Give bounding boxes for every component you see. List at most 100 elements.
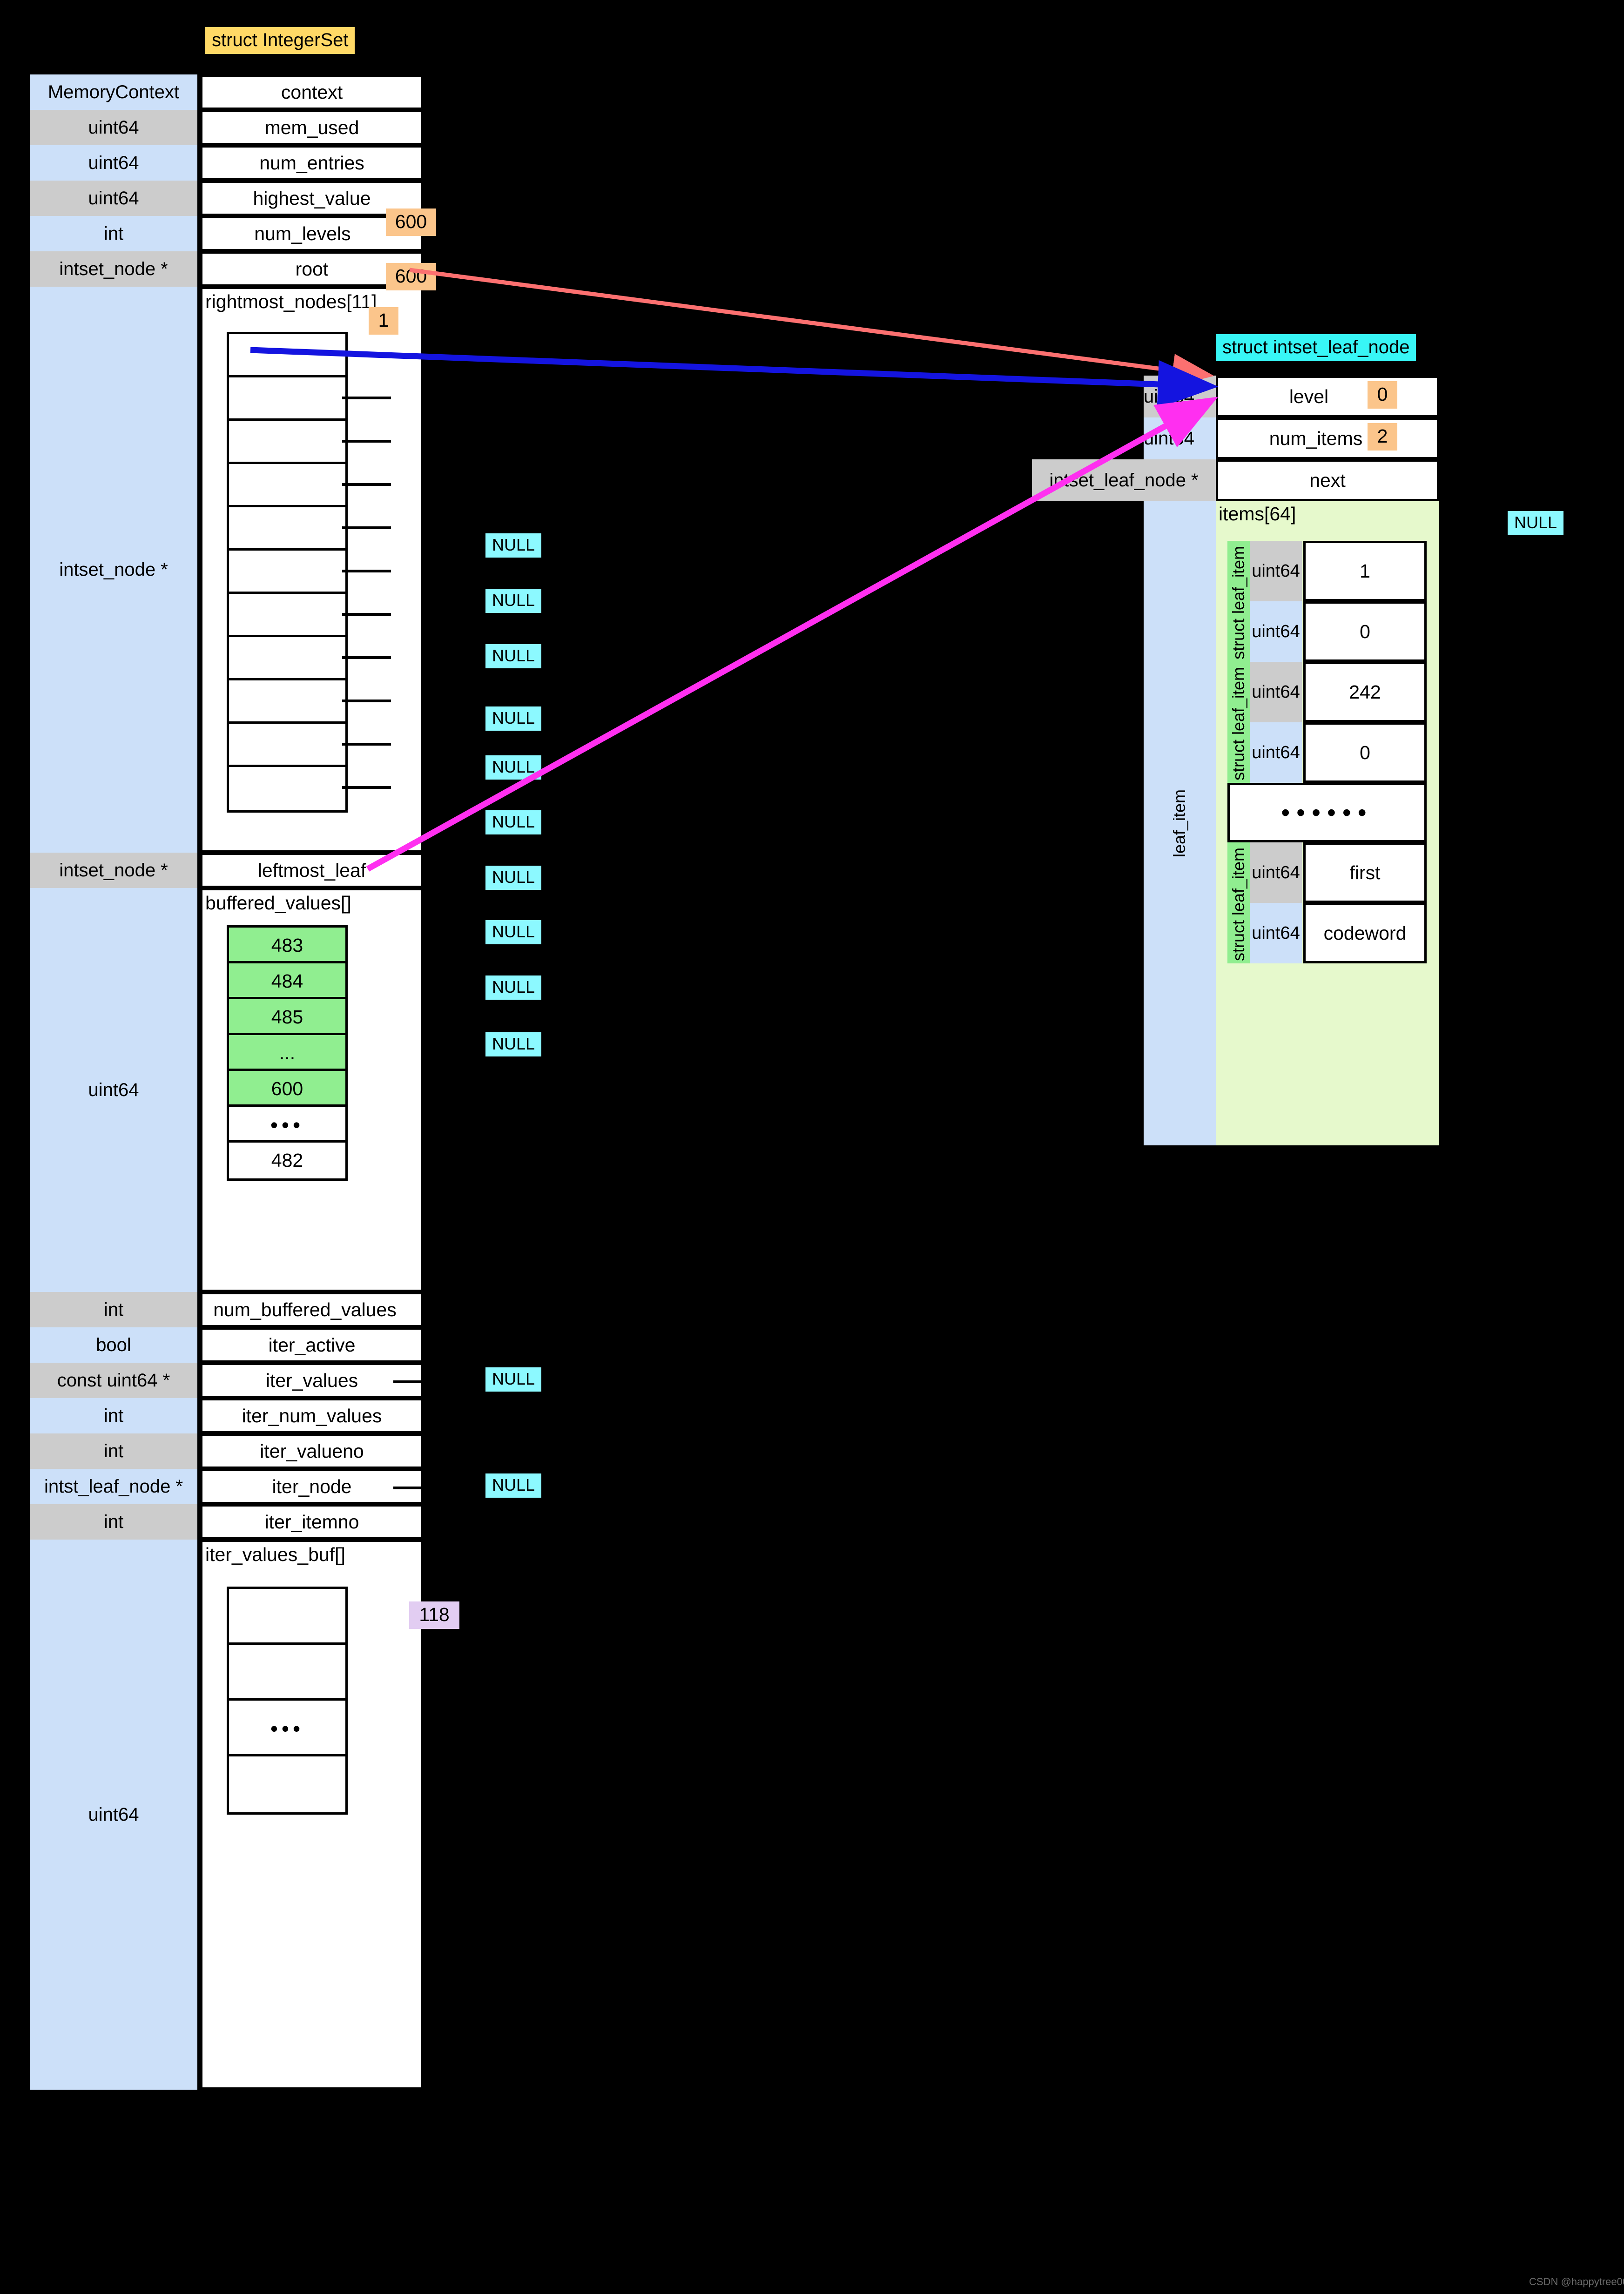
type-rightmost-nodes: intset_node * xyxy=(30,287,197,853)
leaf-item-group: struct leaf_item xyxy=(1227,842,1250,963)
type-iter-values: const uint64 * xyxy=(30,1363,197,1398)
field-iter-num-values: iter_num_values xyxy=(200,1398,424,1433)
leaf-field-next: next xyxy=(1216,459,1439,501)
rightmost-nodes-cell[interactable] xyxy=(227,462,348,510)
iter-values-buf-cell[interactable] xyxy=(227,1642,348,1703)
items-ellipsis: •••••• xyxy=(1227,783,1427,842)
integerset-title: struct IntegerSet xyxy=(205,27,355,54)
null-badge: NULL xyxy=(485,644,542,668)
type-leftmost-leaf: intset_node * xyxy=(30,853,197,888)
leaf-type-num-items: uint64 xyxy=(1144,417,1216,459)
leaf-type-next: intset_leaf_node * xyxy=(1032,459,1216,501)
null-badge: NULL xyxy=(485,706,542,731)
type-context: MemoryContext xyxy=(30,74,197,110)
type-root: intset_node * xyxy=(30,251,197,287)
leaf-item-value: 0 xyxy=(1303,601,1427,662)
badge-num-levels: 1 xyxy=(369,307,398,335)
type-iter-itemno: int xyxy=(30,1504,197,1540)
leafnode-title: struct intset_leaf_node xyxy=(1216,334,1416,361)
leaf-item-type: uint64 xyxy=(1250,842,1302,903)
field-leftmost-leaf: leftmost_leaf xyxy=(200,853,424,888)
badge-num-entries: 600 xyxy=(386,209,436,236)
rightmost-nodes-cell[interactable] xyxy=(227,721,348,769)
leaf-item-group: struct leaf_item xyxy=(1227,662,1250,783)
buffered-values-label: buffered_values[] xyxy=(205,892,351,914)
buffered-values-cell[interactable]: 485 xyxy=(227,997,348,1037)
leaf-item-value: 0 xyxy=(1303,722,1427,783)
leaf-item-value: 1 xyxy=(1303,541,1427,601)
type-num-entries: uint64 xyxy=(30,145,197,181)
rightmost-nodes-cell[interactable] xyxy=(227,678,348,726)
type-iter-active: bool xyxy=(30,1327,197,1363)
leaf-field-num-items: num_items xyxy=(1216,417,1439,459)
null-badge-iter-node: NULL xyxy=(485,1473,542,1498)
leaf-item-side-label: leaf_item xyxy=(1170,789,1189,858)
diagram-canvas: struct IntegerSet MemoryContext uint64 u… xyxy=(0,0,1624,2294)
leaf-badge-level: 0 xyxy=(1368,381,1397,409)
field-iter-active: iter_active xyxy=(200,1327,424,1363)
rightmost-nodes-cell[interactable] xyxy=(227,375,348,423)
rightmost-nodes-cell[interactable] xyxy=(227,765,348,813)
field-iter-valueno: iter_valueno xyxy=(200,1433,424,1469)
type-num-levels: int xyxy=(30,216,197,251)
field-iter-node: iter_node xyxy=(200,1469,424,1504)
rightmost-nodes-cell[interactable] xyxy=(227,592,348,639)
leaf-item-struct-label: struct leaf_item xyxy=(1229,847,1248,962)
leaf-item-value: first xyxy=(1303,842,1427,903)
type-iter-num-values: int xyxy=(30,1398,197,1433)
type-iter-node: intst_leaf_node * xyxy=(30,1469,197,1504)
leaf-badge-num-items: 2 xyxy=(1368,423,1397,451)
leaf-field-level: level xyxy=(1216,376,1439,417)
buffered-values-cell[interactable]: ... xyxy=(227,1033,348,1073)
badge-highest-value: 600 xyxy=(386,263,436,290)
field-iter-itemno: iter_itemno xyxy=(200,1504,424,1540)
type-iter-valueno: int xyxy=(30,1433,197,1469)
type-mem-used: uint64 xyxy=(30,110,197,145)
field-num-buffered-values: num_buffered_values xyxy=(200,1292,424,1327)
leaf-item-struct-label: struct leaf_item xyxy=(1229,666,1248,781)
leaf-item-value: codeword xyxy=(1303,903,1427,963)
leaf-item-type: uint64 xyxy=(1250,541,1302,601)
rightmost-nodes-cell[interactable] xyxy=(227,418,348,466)
buffered-values-cell[interactable]: 484 xyxy=(227,961,348,1002)
rightmost-nodes-cell[interactable] xyxy=(227,635,348,683)
null-badge-next: NULL xyxy=(1508,511,1564,535)
type-num-buffered-values: int xyxy=(30,1292,197,1327)
leaf-item-type: uint64 xyxy=(1250,903,1302,963)
buffered-values-cell[interactable]: ••• xyxy=(227,1104,348,1145)
null-badge: NULL xyxy=(485,866,542,890)
iter-values-buf-label: iter_values_buf[] xyxy=(205,1544,345,1565)
iter-values-buf-cell[interactable] xyxy=(227,1587,348,1647)
field-num-entries: num_entries xyxy=(200,145,424,181)
iter-values-buf-cell[interactable]: ••• xyxy=(227,1698,348,1759)
null-badge: NULL xyxy=(485,920,542,944)
field-context: context xyxy=(200,74,424,110)
rightmost-nodes-cell[interactable] xyxy=(227,505,348,553)
leaf-item-group: struct leaf_item xyxy=(1227,541,1250,662)
buffered-values-cell[interactable]: 483 xyxy=(227,925,348,966)
leaf-item-type: uint64 xyxy=(1250,722,1302,783)
items-array-label: items[64] xyxy=(1219,503,1296,525)
null-badge: NULL xyxy=(485,1032,542,1056)
rightmost-nodes-label: rightmost_nodes[11] xyxy=(205,291,377,312)
null-badge: NULL xyxy=(485,810,542,834)
root-arrow xyxy=(409,268,1214,387)
null-badge: NULL xyxy=(485,975,542,1000)
null-badge: NULL xyxy=(485,533,542,558)
type-buffered-values: uint64 xyxy=(30,888,197,1292)
rightmost-nodes-cell[interactable] xyxy=(227,332,348,380)
iter-values-buf-cell[interactable] xyxy=(227,1754,348,1815)
field-iter-values: iter_values xyxy=(200,1363,424,1398)
null-badge: NULL xyxy=(485,589,542,613)
type-iter-values-buf: uint64 xyxy=(30,1540,197,2090)
leaf-type-level: uint64 xyxy=(1144,376,1216,417)
badge-num-buffered-values: 118 xyxy=(409,1601,459,1629)
field-mem-used: mem_used xyxy=(200,110,424,145)
null-badge: NULL xyxy=(485,755,542,780)
buffered-values-cell[interactable]: 600 xyxy=(227,1069,348,1109)
rightmost-nodes-cell[interactable] xyxy=(227,548,348,596)
leaf-item-value: 242 xyxy=(1303,662,1427,722)
buffered-values-cell[interactable]: 482 xyxy=(227,1140,348,1181)
leaf-item-type: uint64 xyxy=(1250,601,1302,662)
type-highest-value: uint64 xyxy=(30,181,197,216)
